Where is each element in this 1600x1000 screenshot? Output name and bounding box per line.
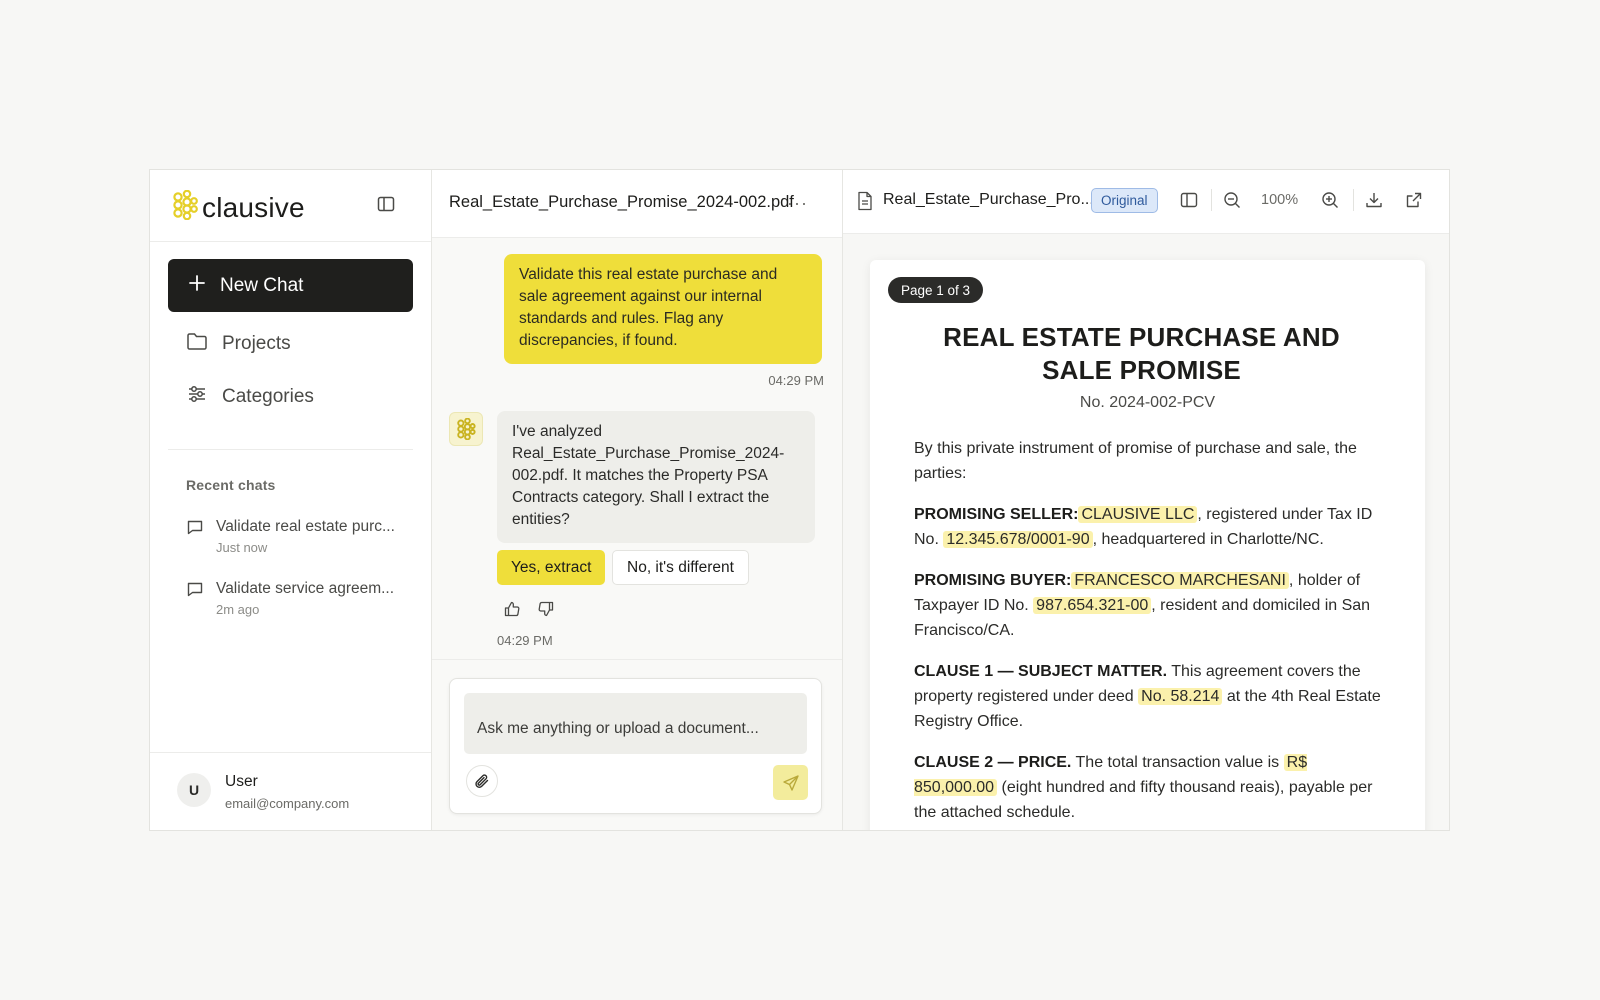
seller-paragraph: PROMISING SELLER: CLAUSIVE LLC, registere… <box>914 502 1384 552</box>
sidebar-item-categories[interactable]: Categories <box>186 384 314 410</box>
recent-chat-time: Just now <box>216 540 268 555</box>
chat-header: Real_Estate_Purchase_Promise_2024-002.pd… <box>432 170 842 238</box>
sidebar-toggle-icon[interactable] <box>376 194 398 216</box>
seller-taxid-entity[interactable]: 12.345.678/0001-90 <box>943 531 1093 548</box>
new-chat-label: New Chat <box>220 274 304 296</box>
message-composer <box>449 678 822 814</box>
document-number: No. 2024-002-PCV <box>1079 394 1216 411</box>
sliders-icon <box>186 384 208 410</box>
recent-chat-title: Validate real estate purc... <box>216 518 395 535</box>
recent-chat-title: Validate service agreem... <box>216 580 395 597</box>
folder-icon <box>186 331 208 357</box>
sidebar: clausive New Chat Projects Categories Re… <box>150 170 432 830</box>
no-different-button[interactable]: No, it's different <box>612 550 749 585</box>
logo-text: clausive <box>202 191 305 223</box>
document-body: By this private instrument of promise of… <box>914 436 1384 830</box>
app-window: clausive New Chat Projects Categories Re… <box>149 169 1450 831</box>
zoom-out-icon[interactable] <box>1222 190 1242 215</box>
recent-chat-item[interactable]: Validate service agreem... 2m ago <box>186 580 406 617</box>
avatar: U <box>177 773 211 807</box>
user-profile[interactable]: U User email@company.com <box>150 752 431 830</box>
buyer-taxid-entity[interactable]: 987.654.321-00 <box>1033 597 1152 614</box>
composer-divider <box>432 659 842 660</box>
send-icon[interactable] <box>773 765 808 800</box>
sidebar-item-label: Projects <box>222 333 291 354</box>
intro-paragraph: By this private instrument of promise of… <box>914 440 1357 482</box>
buyer-paragraph: PROMISING BUYER: FRANCESCO MARCHESANI, ho… <box>914 568 1384 643</box>
logo[interactable]: clausive <box>172 189 305 225</box>
user-name: User <box>225 773 258 790</box>
document-icon <box>857 191 873 216</box>
panel-toggle-icon[interactable] <box>1179 190 1199 215</box>
plus-icon <box>188 274 206 298</box>
sidebar-item-projects[interactable]: Projects <box>186 331 291 357</box>
deed-entity[interactable]: No. 58.214 <box>1138 688 1223 705</box>
clause2-paragraph: CLAUSE 2 — PRICE. The total transaction … <box>914 750 1384 825</box>
download-icon[interactable] <box>1364 190 1384 215</box>
thumbs-down-icon[interactable] <box>537 600 555 623</box>
clause1-paragraph: CLAUSE 1 — SUBJECT MATTER. This agreemen… <box>914 659 1384 734</box>
toolbar-divider <box>1353 189 1354 211</box>
seller-text: , headquartered in Charlotte/NC. <box>1092 531 1324 548</box>
recent-chats-heading: Recent chats <box>186 477 276 493</box>
message-timestamp: 04:29 PM <box>768 373 824 388</box>
document-page: Page 1 of 3 REAL ESTATE PURCHASE AND SAL… <box>870 260 1425 830</box>
assistant-avatar-icon <box>449 412 483 446</box>
logo-mark-icon <box>172 189 198 225</box>
new-chat-button[interactable]: New Chat <box>168 259 413 312</box>
paperclip-icon[interactable] <box>466 765 498 797</box>
document-viewer: Real_Estate_Purchase_Pro... Original 100… <box>843 170 1449 830</box>
viewer-file-name: Real_Estate_Purchase_Pro... <box>883 191 1094 208</box>
sidebar-item-label: Categories <box>222 386 314 407</box>
clause1-label: CLAUSE 1 — SUBJECT MATTER. <box>914 663 1168 680</box>
sidebar-divider <box>168 449 413 450</box>
page-indicator: Page 1 of 3 <box>888 277 984 303</box>
seller-name-entity[interactable]: CLAUSIVE LLC <box>1078 506 1198 523</box>
chat-bubble-icon <box>186 518 204 555</box>
clause2-text: The total transaction value is <box>1075 754 1280 771</box>
toolbar-divider <box>1211 189 1212 211</box>
user-message: Validate this real estate purchase and s… <box>504 254 822 364</box>
buyer-name-entity[interactable]: FRANCESCO MARCHESANI <box>1071 572 1289 589</box>
message-input[interactable] <box>464 693 807 754</box>
user-email: email@company.com <box>225 796 350 811</box>
chat-title: Real_Estate_Purchase_Promise_2024-002.pd… <box>449 193 794 211</box>
original-badge[interactable]: Original <box>1091 188 1158 213</box>
chat-bubble-icon <box>186 580 204 617</box>
clause2-label: CLAUSE 2 — PRICE. <box>914 754 1072 771</box>
recent-chat-time: 2m ago <box>216 602 260 617</box>
yes-extract-button[interactable]: Yes, extract <box>497 550 606 585</box>
more-options-icon[interactable]: ··· <box>787 193 808 214</box>
document-title: REAL ESTATE PURCHASE AND SALE PROMISE <box>943 322 1340 385</box>
sidebar-header: clausive <box>150 170 431 242</box>
thumbs-up-icon[interactable] <box>503 600 521 623</box>
buyer-label: PROMISING BUYER: <box>914 572 1072 589</box>
zoom-in-icon[interactable] <box>1320 190 1340 215</box>
viewer-toolbar: Real_Estate_Purchase_Pro... Original 100… <box>843 170 1449 234</box>
assistant-message: I've analyzed Real_Estate_Purchase_Promi… <box>497 411 815 543</box>
recent-chat-item[interactable]: Validate real estate purc... Just now <box>186 518 406 555</box>
message-timestamp: 04:29 PM <box>497 633 553 648</box>
chat-panel: Real_Estate_Purchase_Promise_2024-002.pd… <box>432 170 843 830</box>
zoom-level: 100% <box>1261 192 1299 208</box>
seller-label: PROMISING SELLER: <box>914 506 1079 523</box>
open-external-icon[interactable] <box>1404 190 1424 215</box>
